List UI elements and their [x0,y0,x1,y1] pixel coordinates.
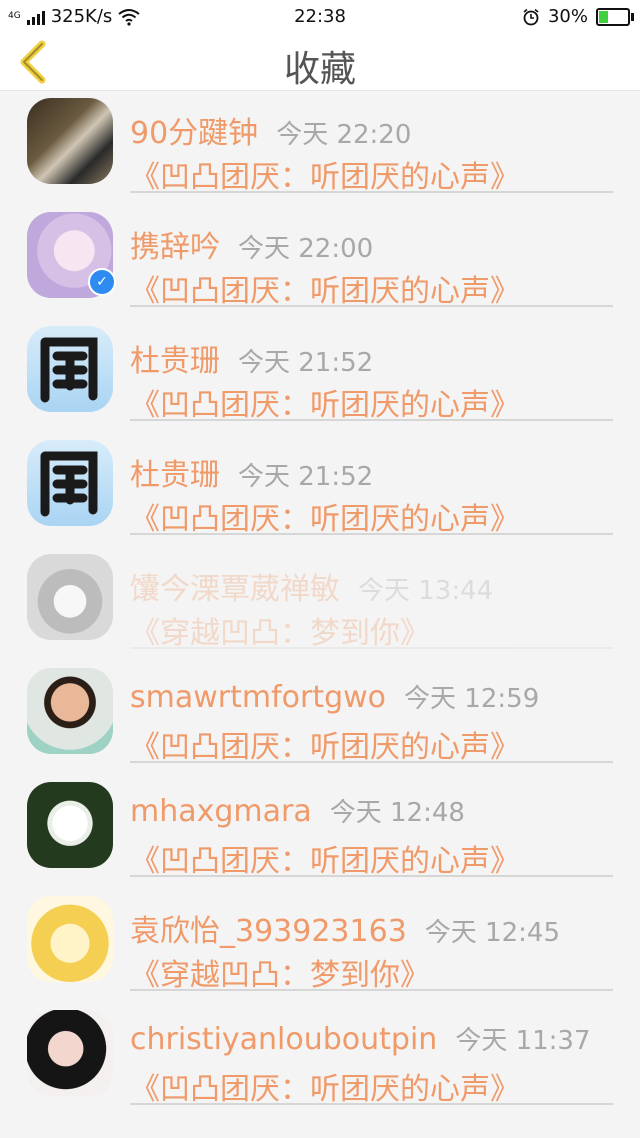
status-bar: 4G 325K/s 22:38 30% [0,0,640,34]
avatar-smiling-man[interactable] [27,668,113,754]
item-header: 杜贵珊 今天 21:52 [130,336,373,380]
list-item[interactable]: 杜贵珊 今天 21:52 《凹凸团厌：听团厌的心声》 [0,432,640,546]
username[interactable]: 携辞吟 [130,230,220,265]
verified-badge-icon: ✓ [88,268,116,296]
avatar-husky-dog[interactable] [27,554,113,640]
list-item[interactable]: 90分踺钟 今天 22:20 《凹凸团厌：听团厌的心声》 [0,90,640,204]
battery-icon [596,7,634,26]
timestamp: 今天 13:44 [358,576,494,606]
username[interactable]: 杜贵珊 [130,344,220,379]
divider [130,761,613,763]
status-right: 30% [522,6,634,27]
avatar-white-flower[interactable] [27,782,113,868]
page-title: 收藏 [283,49,356,90]
timestamp: 今天 12:48 [329,798,465,828]
list-item[interactable]: 杜贵珊 今天 21:52 《凹凸团厌：听团厌的心声》 [0,318,640,432]
list-item[interactable]: 袁欣怡_393923163 今天 12:45 《穿越凹凸：梦到你》 [0,888,640,1002]
story-title[interactable]: 《穿越凹凸：梦到你》 [130,608,430,652]
nav-bar: 收藏 [0,34,640,91]
avatar-girl-peace-sign[interactable] [27,1010,113,1096]
story-title[interactable]: 《穿越凹凸：梦到你》 [130,950,430,994]
avatar-calligraphy-character[interactable] [27,440,113,526]
story-title[interactable]: 《凹凸团厌：听团厌的心声》 [130,836,520,880]
story-title[interactable]: 《凹凸团厌：听团厌的心声》 [130,1064,520,1108]
timestamp: 今天 21:52 [238,462,374,492]
timestamp: 今天 21:52 [238,348,374,378]
item-header: 90分踺钟 今天 22:20 [130,108,411,152]
item-header: christiyanlouboutpin 今天 11:37 [130,1020,591,1057]
divider [130,989,613,991]
list-item[interactable]: smawrtmfortgwo 今天 12:59 《凹凸团厌：听团厌的心声》 [0,660,640,774]
divider [130,875,613,877]
divider [130,533,613,535]
item-header: 袁欣怡_393923163 今天 12:45 [130,906,560,950]
story-title[interactable]: 《凹凸团厌：听团厌的心声》 [130,152,520,196]
divider [130,647,613,649]
username[interactable]: 馕今溧覃葳禅敏 [130,572,340,607]
item-header: 杜贵珊 今天 21:52 [130,450,373,494]
item-header: smawrtmfortgwo 今天 12:59 [130,678,539,715]
username[interactable]: mhaxgmara [130,794,312,829]
battery-percent: 30% [547,6,588,27]
alarm-icon [523,8,539,25]
username[interactable]: smawrtmfortgwo [130,680,386,715]
list-item[interactable]: christiyanlouboutpin 今天 11:37 《凹凸团厌：听团厌的心声… [0,1002,640,1116]
timestamp: 今天 22:20 [276,120,412,150]
item-header: mhaxgmara 今天 12:48 [130,792,465,829]
username[interactable]: 90分踺钟 [130,116,258,151]
avatar-calligraphy-character[interactable] [27,326,113,412]
list-item[interactable]: 馕今溧覃葳禅敏 今天 13:44 《穿越凹凸：梦到你》 [0,546,640,660]
username[interactable]: 杜贵珊 [130,458,220,493]
favorites-list: 90分踺钟 今天 22:20 《凹凸团厌：听团厌的心声》 ✓ 携辞吟 今天 22:00 《凹… [0,90,640,1116]
avatar-anime-blonde[interactable] [27,896,113,982]
timestamp: 今天 22:00 [238,234,374,264]
list-item[interactable]: ✓ 携辞吟 今天 22:00 《凹凸团厌：听团厌的心声》 [0,204,640,318]
story-title[interactable]: 《凹凸团厌：听团厌的心声》 [130,494,520,538]
username[interactable]: 袁欣怡_393923163 [130,914,407,949]
story-title[interactable]: 《凹凸团厌：听团厌的心声》 [130,722,520,766]
story-title[interactable]: 《凹凸团厌：听团厌的心声》 [130,380,520,424]
divider [130,1103,613,1105]
timestamp: 今天 11:37 [455,1026,591,1056]
story-title[interactable]: 《凹凸团厌：听团厌的心声》 [130,266,520,310]
avatar-photo-man-on-bench[interactable] [27,98,113,184]
item-header: 馕今溧覃葳禅敏 今天 13:44 [130,564,493,608]
timestamp: 今天 12:59 [404,684,540,714]
username[interactable]: christiyanlouboutpin [130,1022,437,1057]
divider [130,419,613,421]
list-item[interactable]: mhaxgmara 今天 12:48 《凹凸团厌：听团厌的心声》 [0,774,640,888]
divider [130,305,613,307]
divider [130,191,613,193]
item-header: 携辞吟 今天 22:00 [130,222,373,266]
timestamp: 今天 12:45 [424,918,560,948]
